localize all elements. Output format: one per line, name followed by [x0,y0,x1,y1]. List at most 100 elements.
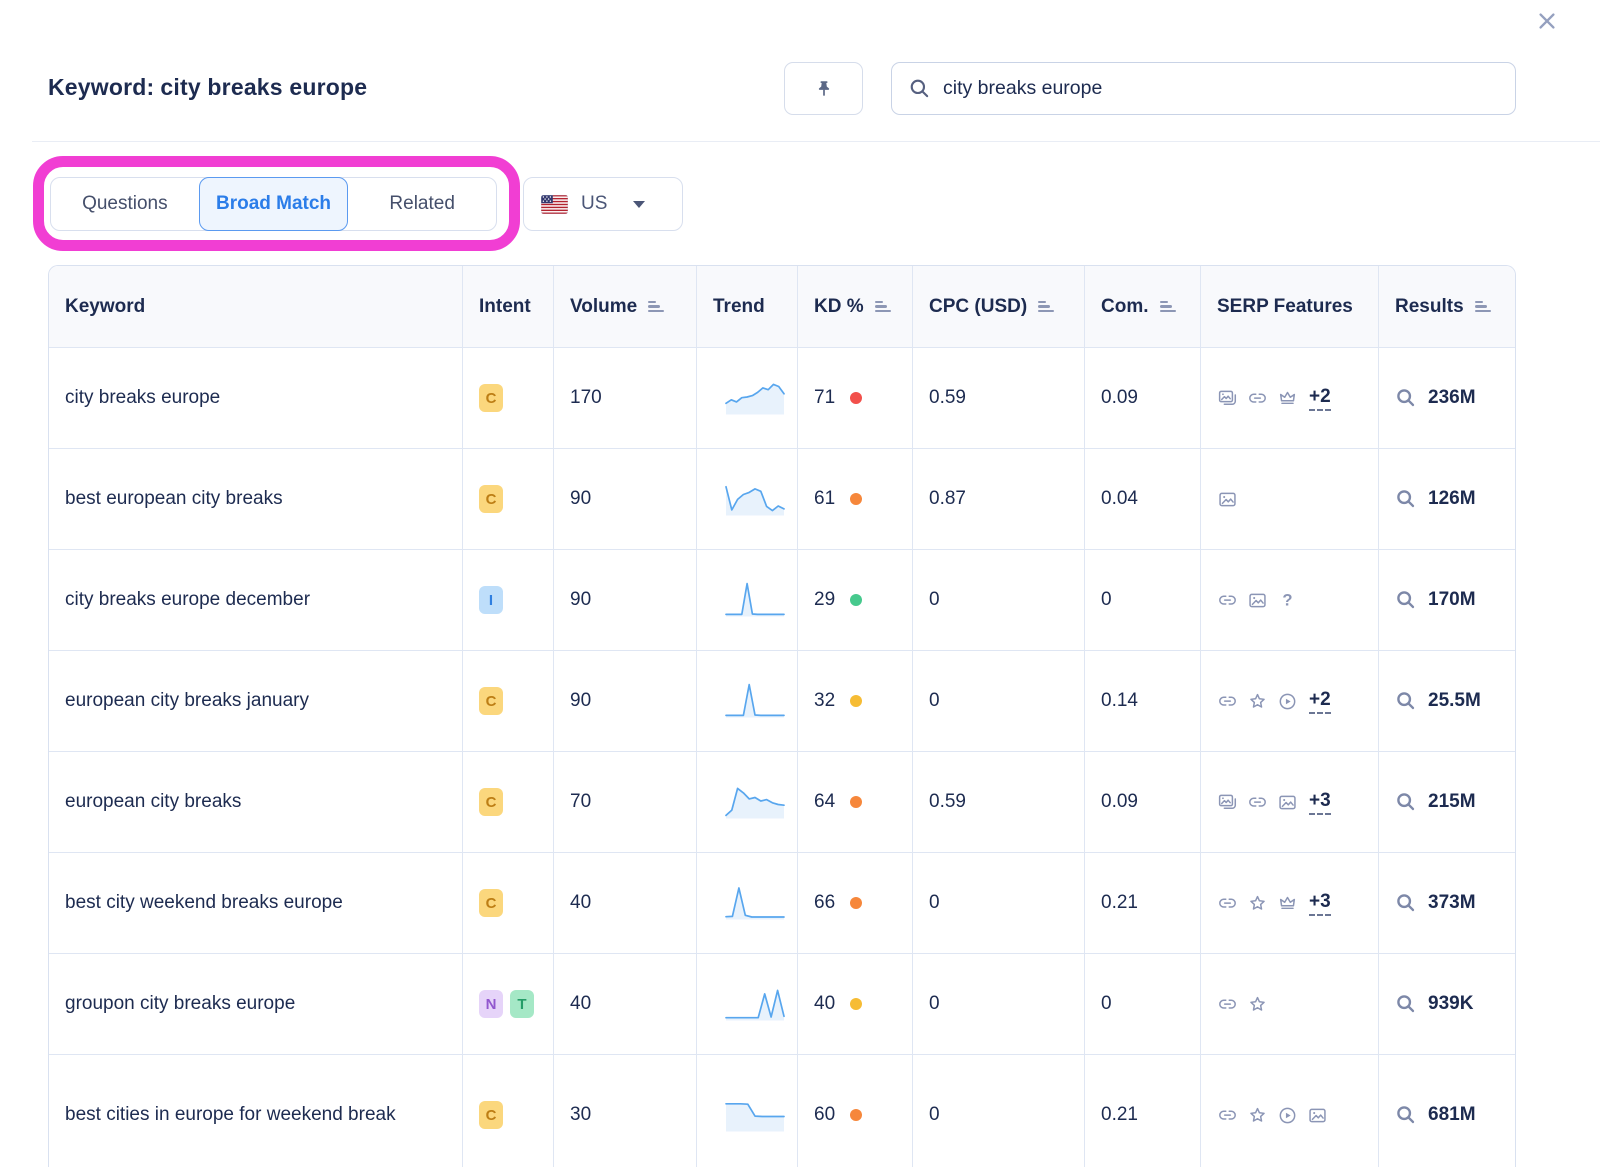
volume-cell: 170 [554,347,697,448]
results-cell: 236M [1379,347,1515,448]
col-com: Com. [1085,266,1201,347]
com-cell: 0 [1085,549,1201,650]
sort-icon[interactable] [1475,298,1491,314]
results-value: 939K [1428,993,1473,1015]
serp-more-badge[interactable]: +3 [1309,790,1331,815]
intent-badge-c: C [479,384,503,412]
region-dropdown[interactable]: US [523,177,683,231]
sort-icon[interactable] [648,298,664,314]
results-cell: 126M [1379,448,1515,549]
match-type-tabs: Questions Broad Match Related [50,177,497,231]
tab-questions[interactable]: Questions [51,178,199,230]
kd-indicator: 32 [814,690,912,712]
table-row: best city weekend breaks europeC406600.2… [49,852,1515,953]
table-row: european city breaksC70640.590.09+3215M [49,751,1515,852]
col-results: Results [1379,266,1515,347]
kd-cell: 71 [798,347,913,448]
intent-badge-c: C [479,485,503,513]
serp-features [1217,994,1378,1015]
keyword-link[interactable]: city breaks europe [65,385,238,411]
volume-value: 70 [570,791,591,812]
results-indicator: 373M [1395,892,1515,914]
volume-value: 40 [570,993,591,1014]
cpc-cell: 0 [913,549,1085,650]
volume-cell: 70 [554,751,697,852]
serp-more-badge[interactable]: +2 [1309,689,1331,714]
svg-text:?: ? [1282,590,1292,609]
keyword-link[interactable]: best european city breaks [65,486,301,512]
intent-badges: C [479,485,553,513]
results-cell: 170M [1379,549,1515,650]
tab-broad-match[interactable]: Broad Match [199,177,349,231]
trend-cell [697,953,798,1054]
link-icon [1247,792,1268,813]
sort-icon[interactable] [875,298,891,314]
close-icon[interactable] [1532,6,1562,36]
sort-icon[interactable] [1038,298,1054,314]
results-cell: 215M [1379,751,1515,852]
kd-status-dot [850,594,862,606]
intent-cell: C [463,751,554,852]
kd-status-dot [850,392,862,404]
kd-indicator: 40 [814,993,912,1015]
col-intent: Intent [463,266,554,347]
keyword-link[interactable]: european city breaks january [65,688,327,714]
tab-related[interactable]: Related [348,178,496,230]
trend-sparkline [723,679,787,723]
link-icon [1217,1105,1238,1126]
serp-cell [1201,448,1379,549]
keyword-cell: best european city breaks [49,448,463,549]
cpc-cell: 0 [913,1054,1085,1167]
results-cell: 939K [1379,953,1515,1054]
image-icon [1247,590,1268,611]
serp-cell [1201,953,1379,1054]
com-value: 0.14 [1101,690,1138,711]
kd-indicator: 64 [814,791,912,813]
results-value: 215M [1428,791,1476,813]
search-input[interactable] [943,77,1499,100]
kd-status-dot [850,695,862,707]
serp-more-badge[interactable]: +2 [1309,386,1331,411]
page-title-label: Keyword: [48,74,154,100]
kd-indicator: 60 [814,1104,912,1126]
keyword-link[interactable]: best cities in europe for weekend break [65,1102,414,1128]
trend-cell [697,852,798,953]
keyword-link[interactable]: european city breaks [65,789,259,815]
serp-more-badge[interactable]: +3 [1309,891,1331,916]
intent-badge-c: C [479,788,503,816]
star-icon [1247,691,1268,712]
com-value: 0.09 [1101,791,1138,812]
keyword-link[interactable]: city breaks europe december [65,587,328,613]
kd-cell: 66 [798,852,913,953]
com-value: 0 [1101,993,1112,1014]
intent-badge-c: C [479,687,503,715]
keyword-link[interactable]: groupon city breaks europe [65,991,313,1017]
trend-sparkline [723,881,787,925]
star-icon [1247,893,1268,914]
play-icon [1277,691,1298,712]
volume-value: 90 [570,488,591,509]
table-row: city breaks europe decemberI902900?170M [49,549,1515,650]
kd-cell: 64 [798,751,913,852]
table-row: groupon city breaks europeNT404000939K [49,953,1515,1054]
sort-icon[interactable] [1160,298,1176,314]
kd-cell: 40 [798,953,913,1054]
star-icon [1247,994,1268,1015]
search-icon [1395,1104,1417,1126]
pin-button[interactable] [784,62,863,115]
com-cell: 0.21 [1085,852,1201,953]
trend-sparkline [723,578,787,622]
serp-features: ? [1217,590,1378,611]
keyword-link[interactable]: best city weekend breaks europe [65,890,361,916]
kd-cell: 61 [798,448,913,549]
volume-cell: 90 [554,549,697,650]
volume-value: 30 [570,1104,591,1125]
keyword-cell: city breaks europe december [49,549,463,650]
volume-value: 90 [570,589,591,610]
results-value: 236M [1428,387,1476,409]
kd-status-dot [850,796,862,808]
volume-cell: 30 [554,1054,697,1167]
results-value: 170M [1428,589,1476,611]
intent-cell: C [463,448,554,549]
com-value: 0.09 [1101,387,1138,408]
